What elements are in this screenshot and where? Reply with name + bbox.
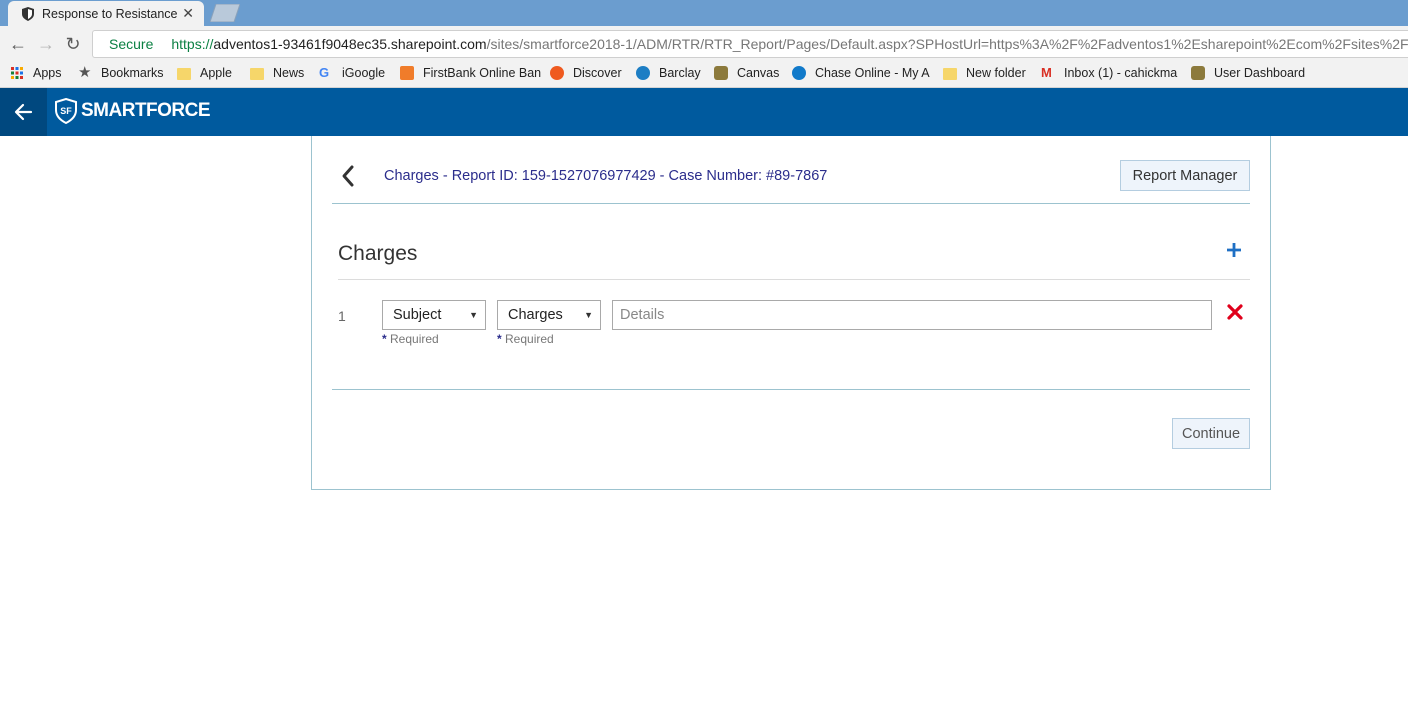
google-icon: G <box>319 65 330 80</box>
bookmark-label: FirstBank Online Ban <box>423 66 542 80</box>
breadcrumb: Charges - Report ID: 159-1527076977429 -… <box>384 168 828 184</box>
bookmark-label: Apple <box>200 66 232 80</box>
brand-name: SMARTFORCE <box>81 100 211 121</box>
charges-panel: Charges - Report ID: 159-1527076977429 -… <box>311 136 1271 490</box>
bookmark-news[interactable]: News <box>250 66 304 80</box>
folder-icon <box>943 67 957 80</box>
smartforce-logo: SF SMARTFORCE <box>55 98 211 124</box>
reload-icon[interactable]: ↻ <box>63 34 83 54</box>
shield-logo-icon: SF <box>55 98 77 124</box>
bookmark-label: Chase Online - My A <box>815 66 930 80</box>
new-tab-button[interactable] <box>210 4 240 22</box>
bookmark-apple[interactable]: Apple <box>177 66 232 80</box>
subject-select-value: Subject <box>393 307 442 323</box>
dropdown-caret-icon: ▼ <box>584 310 593 320</box>
bookmark-label: New folder <box>966 66 1026 80</box>
bookmark-label: Apps <box>33 66 62 80</box>
report-manager-button[interactable]: Report Manager <box>1120 160 1250 191</box>
chevron-left-icon[interactable] <box>340 164 356 188</box>
bookmark-label: Barclay <box>659 66 701 80</box>
bookmark-label: Bookmarks <box>101 66 164 80</box>
address-bar[interactable]: Secure https:// adventos1-93461f9048ec35… <box>92 30 1408 58</box>
row-number: 1 <box>338 308 346 324</box>
bookmark-igoogle[interactable]: G iGoogle <box>319 65 386 81</box>
bookmark-firstbank[interactable]: FirstBank Online Ban <box>400 66 541 80</box>
cu-icon <box>714 66 728 80</box>
bookmarks-bar: Apps ★ Bookmarks Apple News G iGoogle Fi… <box>0 62 1408 88</box>
back-arrow-icon <box>14 103 33 121</box>
bookmark-chase[interactable]: Chase Online - My A <box>792 66 930 80</box>
app-back-button[interactable] <box>0 88 47 136</box>
firstbank-icon <box>400 66 414 80</box>
charges-required-note: * Required <box>497 332 554 346</box>
star-icon: ★ <box>78 64 92 81</box>
bookmark-discover[interactable]: Discover <box>550 66 622 80</box>
browser-tab[interactable]: Response to Resistance ✕ <box>8 1 204 26</box>
bookmark-label: Inbox (1) - cahickma <box>1064 66 1178 80</box>
url-domain: .sharepoint.com <box>386 36 487 52</box>
chase-icon <box>792 66 806 80</box>
subject-required-note: * Required <box>382 332 439 346</box>
tab-close-icon[interactable]: ✕ <box>182 5 194 22</box>
browser-tabstrip: Response to Resistance ✕ <box>0 0 1408 26</box>
apps-grid-icon <box>11 67 23 79</box>
bookmark-inbox[interactable]: M Inbox (1) - cahickma <box>1041 65 1178 81</box>
remove-x-icon[interactable] <box>1227 304 1243 320</box>
bookmark-label: iGoogle <box>342 66 386 80</box>
section-divider <box>338 279 1250 280</box>
charges-select-value: Charges <box>508 307 563 323</box>
browser-forward-icon[interactable]: → <box>36 34 56 54</box>
dropdown-caret-icon: ▼ <box>469 310 478 320</box>
barclay-icon <box>636 66 650 80</box>
required-asterisk: * <box>497 332 502 346</box>
url-scheme: https:// <box>171 36 214 52</box>
required-label: Required <box>390 332 439 346</box>
details-input[interactable] <box>612 300 1212 330</box>
bookmark-bookmarks[interactable]: ★ Bookmarks <box>78 64 164 81</box>
gmail-icon: M <box>1041 65 1052 80</box>
discover-icon <box>550 66 564 80</box>
bookmark-barclay[interactable]: Barclay <box>636 66 701 80</box>
secure-label: Secure <box>109 36 154 52</box>
bookmark-new-folder[interactable]: New folder <box>943 66 1026 80</box>
folder-icon <box>250 67 264 80</box>
folder-icon <box>177 67 191 80</box>
browser-toolbar: ← → ↻ Secure https:// adventos1-93461f90… <box>0 26 1408 62</box>
url-host: adventos1-93461f9048ec35 <box>213 36 387 52</box>
divider <box>332 389 1250 390</box>
cu-icon <box>1191 66 1205 80</box>
app-header: SF SMARTFORCE <box>0 88 1408 136</box>
tab-title: Response to Resistance <box>42 6 178 21</box>
bookmark-user-dashboard[interactable]: User Dashboard <box>1191 66 1305 80</box>
browser-back-icon[interactable]: ← <box>8 34 28 54</box>
svg-text:SF: SF <box>60 106 72 116</box>
url-path: /sites/smartforce2018-1/ADM/RTR/RTR_Repo… <box>486 36 1408 52</box>
bookmark-label: News <box>273 66 305 80</box>
bookmark-label: User Dashboard <box>1214 66 1306 80</box>
subject-select[interactable]: Subject ▼ <box>382 300 486 330</box>
section-title: Charges <box>338 242 418 265</box>
charges-select[interactable]: Charges ▼ <box>497 300 601 330</box>
add-plus-icon[interactable] <box>1226 242 1242 258</box>
bookmark-canvas[interactable]: Canvas <box>714 66 779 80</box>
divider <box>332 203 1250 204</box>
bookmark-apps[interactable]: Apps <box>10 66 62 80</box>
bookmark-label: Discover <box>573 66 622 80</box>
required-label: Required <box>505 332 554 346</box>
shield-favicon-icon <box>22 6 34 21</box>
continue-button[interactable]: Continue <box>1172 418 1250 449</box>
required-asterisk: * <box>382 332 387 346</box>
bookmark-label: Canvas <box>737 66 780 80</box>
